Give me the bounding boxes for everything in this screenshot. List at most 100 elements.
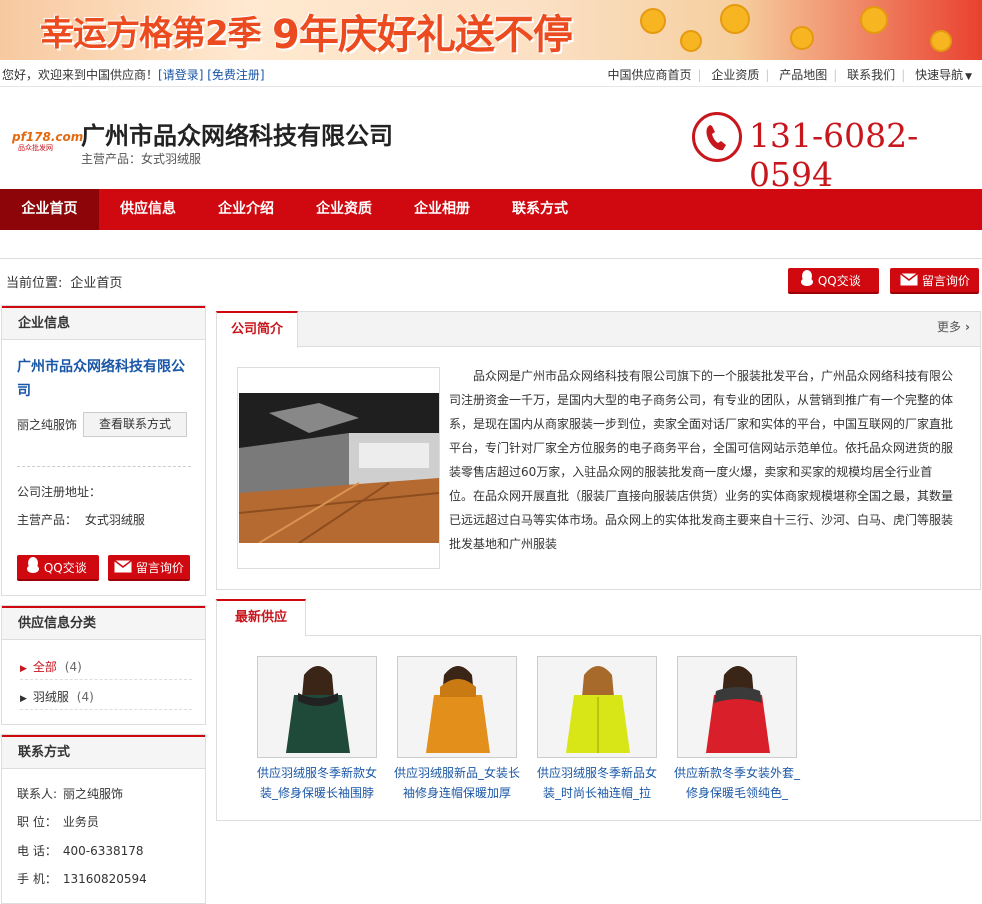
message-button-side[interactable]: 留言询价	[108, 555, 190, 581]
top-banner[interactable]: 幸运方格第2季 9年庆好礼送不停	[0, 0, 982, 60]
product-image[interactable]	[677, 656, 797, 758]
category-panel: 供应信息分类 ▶ 全部 (4) ▶ 羽绒服 (4)	[1, 605, 206, 725]
product-name[interactable]: 供应新款冬季女装外套_修身保暖毛领纯色_	[672, 763, 802, 803]
contact-row: 电 话： 400-6338178	[17, 842, 144, 859]
category-item-down[interactable]: ▶ 羽绒服 (4)	[20, 688, 192, 710]
welcome-area: 您好，欢迎来到中国供应商！[请登录] [免费注册]	[2, 66, 265, 83]
top-nav-home[interactable]: 中国供应商首页	[608, 68, 692, 82]
main-products: 主营产品：女式羽绒服	[81, 152, 202, 166]
qq-chat-button-side[interactable]: QQ交谈	[17, 555, 99, 581]
view-contact-button[interactable]: 查看联系方式	[83, 412, 187, 437]
coin-decoration	[720, 4, 750, 34]
contact-row: 联系人: 丽之纯服饰	[17, 785, 123, 802]
company-info-name[interactable]: 广州市品众网络科技有限公司	[17, 355, 197, 403]
contact-value: 13160820594	[62, 872, 147, 886]
welcome-text: 您好，欢迎来到中国供应商！	[2, 68, 159, 82]
breadcrumb-prefix: 当前位置:	[6, 276, 63, 291]
tab-intro[interactable]: 公司简介	[216, 311, 299, 348]
divider	[17, 466, 191, 467]
penguin-icon	[800, 269, 814, 295]
address-label: 公司注册地址：	[17, 485, 102, 499]
intro-panel: 公司简介 更多 › 品众网是广州市品众网络科技有限公司旗下的一个服装批发平台，广州…	[216, 311, 981, 590]
product-jacket	[258, 657, 376, 757]
product-jacket	[678, 657, 796, 757]
products-row: 主营产品： 女式羽绒服	[17, 511, 145, 528]
envelope-icon	[900, 269, 918, 295]
company-info-title: 企业信息	[2, 306, 205, 340]
divider	[0, 258, 982, 259]
nav-contact[interactable]: 联系方式	[491, 189, 589, 230]
intro-text: 品众网是广州市品众网络科技有限公司旗下的一个服装批发平台，广州品众网络科技有限公…	[449, 369, 954, 551]
chevron-right-icon: ›	[965, 320, 970, 334]
envelope-icon	[114, 556, 132, 582]
top-nav-qualification[interactable]: 企业资质	[711, 68, 759, 82]
banner-text-left: 幸运方格第2季	[40, 14, 262, 54]
contact-row: 职 位： 业务员	[17, 813, 99, 830]
qq-chat-button[interactable]: QQ交谈	[788, 268, 879, 294]
contact-panel: 联系方式 联系人: 丽之纯服饰 职 位： 业务员 电 话： 400-6338178 手…	[1, 734, 206, 904]
product-name[interactable]: 供应羽绒服冬季新品女装_时尚长袖连帽_拉	[532, 763, 662, 803]
category-label: 全部	[32, 660, 57, 674]
more-label: 更多	[937, 320, 962, 334]
tab-latest[interactable]: 最新供应	[216, 599, 307, 636]
phone-number: 131-6082-0594	[749, 116, 919, 194]
qq-chat-label: QQ交谈	[817, 274, 861, 288]
nav-qualification[interactable]: 企业资质	[295, 189, 393, 230]
breadcrumb: 当前位置: 企业首页	[6, 272, 122, 291]
caret-down-icon[interactable]: ▼	[965, 72, 972, 82]
qq-chat-label: QQ交谈	[43, 561, 87, 575]
office-photo	[238, 393, 440, 544]
products-label: 主营产品：	[17, 513, 78, 527]
latest-tab-bar: 最新供应	[216, 599, 981, 636]
contact-title: 联系方式	[2, 735, 205, 769]
category-item-all[interactable]: ▶ 全部 (4)	[20, 658, 192, 680]
latest-panel: 最新供应 供应羽绒服冬季新款女装_修身保暖长袖围脖 供应羽绒服新品_女装长袖修身…	[216, 599, 981, 821]
category-label: 羽绒服	[32, 690, 69, 704]
nav-intro[interactable]: 企业介绍	[197, 189, 295, 230]
breadcrumb-current[interactable]: 企业首页	[70, 276, 122, 291]
product-image[interactable]	[537, 656, 657, 758]
company-logo[interactable]: pf178.com 品众批发网	[12, 130, 84, 153]
category-count: (4)	[76, 690, 94, 704]
more-link[interactable]: 更多 ›	[937, 318, 970, 335]
coin-decoration	[640, 8, 666, 34]
intro-tab-bar: 公司简介 更多 ›	[216, 311, 981, 348]
company-photo[interactable]	[237, 367, 440, 569]
product-name[interactable]: 供应羽绒服新品_女装长袖修身连帽保暖加厚	[392, 763, 522, 803]
top-nav: 中国供应商首页 | 企业资质 | 产品地图 | 联系我们 | 快速导航 ▼	[607, 68, 973, 82]
nav-album[interactable]: 企业相册	[393, 189, 491, 230]
nav-supply[interactable]: 供应信息	[99, 189, 197, 230]
contact-label: 联系人:	[17, 787, 58, 801]
product-image[interactable]	[397, 656, 517, 758]
contact-row: 手 机： 13160820594	[17, 870, 147, 887]
top-nav-contact[interactable]: 联系我们	[847, 68, 895, 82]
contact-value: 400-6338178	[62, 844, 144, 858]
contact-value: 丽之纯服饰	[63, 787, 124, 801]
coin-decoration	[860, 6, 888, 34]
message-button[interactable]: 留言询价	[890, 268, 979, 294]
product-image[interactable]	[257, 656, 377, 758]
contact-person: 丽之纯服饰	[17, 418, 78, 432]
phone-icon	[692, 112, 742, 162]
register-link[interactable]: [免费注册]	[207, 68, 264, 82]
coin-decoration	[790, 26, 814, 50]
product-name[interactable]: 供应羽绒服冬季新款女装_修身保暖长袖围脖	[252, 763, 382, 803]
message-label: 留言询价	[135, 561, 184, 575]
contact-label: 电 话：	[17, 844, 57, 858]
nav-home[interactable]: 企业首页	[0, 189, 99, 230]
coin-decoration	[930, 30, 952, 52]
company-info-panel: 企业信息 广州市品众网络科技有限公司 丽之纯服饰 查看联系方式 公司注册地址： …	[1, 305, 206, 596]
contact-label: 手 机：	[17, 872, 57, 886]
logo-text: pf178.com	[12, 130, 84, 144]
product-jacket	[538, 657, 656, 757]
penguin-icon	[26, 556, 40, 582]
logo-sub: 品众批发网	[18, 144, 53, 152]
coin-decoration	[680, 30, 702, 52]
top-nav-product-map[interactable]: 产品地图	[779, 68, 827, 82]
products-value: 女式羽绒服	[84, 513, 145, 527]
login-link[interactable]: [请登录]	[158, 68, 203, 82]
contact-label: 职 位：	[17, 815, 57, 829]
contact-value: 业务员	[62, 815, 99, 829]
triangle-right-icon: ▶	[20, 694, 27, 704]
top-nav-quick-nav[interactable]: 快速导航	[915, 68, 963, 82]
